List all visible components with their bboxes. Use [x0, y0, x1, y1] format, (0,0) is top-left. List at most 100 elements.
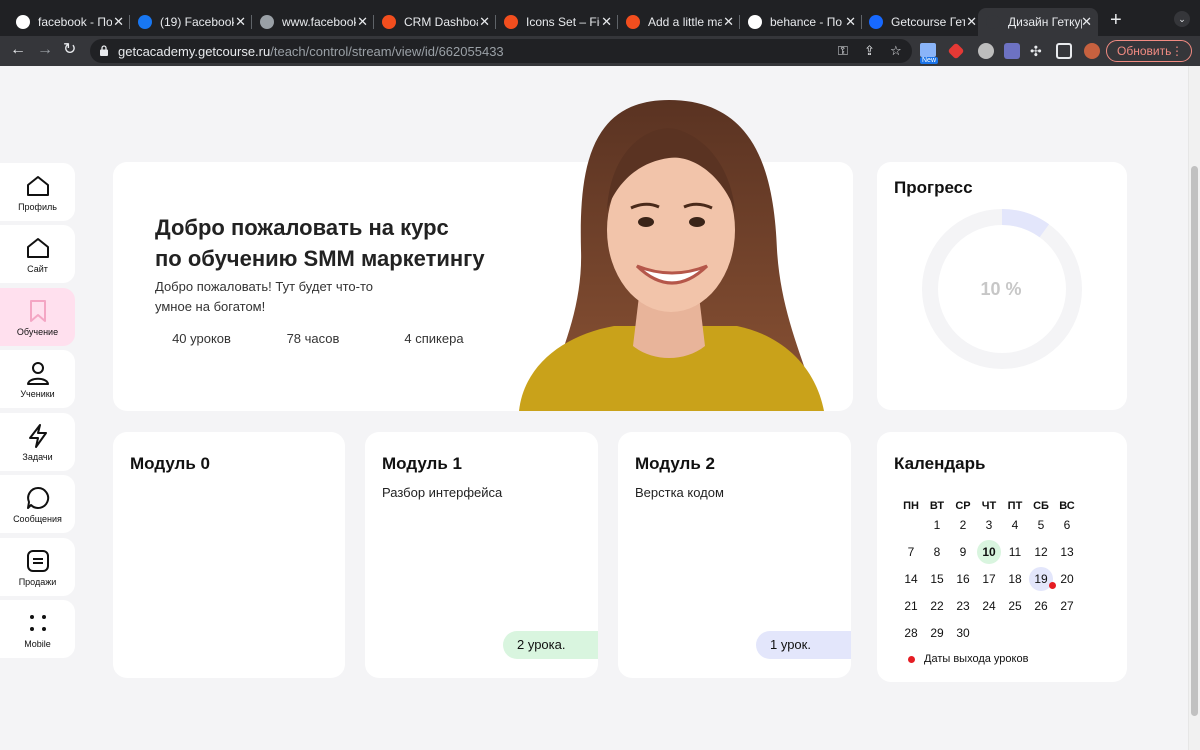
- browser-tab[interactable]: behance - По ✕: [740, 8, 862, 36]
- sidebar-item-5[interactable]: Задачи: [0, 413, 75, 471]
- browser-tab[interactable]: www.facebook ✕: [252, 8, 374, 36]
- calendar-day[interactable]: 17: [977, 567, 1001, 591]
- browser-tab[interactable]: Getcourse Гет ✕: [861, 8, 983, 36]
- share-icon[interactable]: ⇪: [864, 43, 875, 59]
- calendar-day[interactable]: 11: [1003, 540, 1027, 564]
- close-tab-icon[interactable]: ✕: [845, 14, 856, 30]
- figma-icon: [504, 15, 518, 29]
- calendar-weekday: ПТ: [1007, 500, 1023, 512]
- sidebar-item-4[interactable]: Ученики: [0, 350, 75, 408]
- browser-tab[interactable]: Add a little ma ✕: [618, 8, 740, 36]
- close-tab-icon[interactable]: ✕: [601, 14, 612, 30]
- calendar-day[interactable]: 16: [951, 567, 975, 591]
- calendar-weekday: ЧТ: [981, 500, 997, 512]
- figma-icon: [382, 15, 396, 29]
- close-tab-icon[interactable]: ✕: [1081, 14, 1092, 30]
- behance-icon: [869, 15, 883, 29]
- module-card[interactable]: Модуль 0: [113, 432, 345, 678]
- calendar-day[interactable]: 7: [899, 540, 923, 564]
- calendar-day[interactable]: 10: [977, 540, 1001, 564]
- calendar-weekday: ВТ: [929, 500, 945, 512]
- module-title: Модуль 2: [635, 454, 715, 473]
- close-tab-icon[interactable]: ✕: [235, 14, 246, 30]
- calendar-day[interactable]: 6: [1055, 513, 1079, 537]
- bookmark-star-icon[interactable]: ☆: [890, 43, 902, 59]
- sidebar-item-2[interactable]: Сайт: [0, 225, 75, 283]
- calendar-day[interactable]: 26: [1029, 594, 1053, 618]
- calendar-day[interactable]: 13: [1055, 540, 1079, 564]
- tab-title: Icons Set – Fig: [526, 15, 600, 29]
- calendar-day[interactable]: 18: [1003, 567, 1027, 591]
- close-tab-icon[interactable]: ✕: [966, 14, 977, 30]
- calendar-day[interactable]: 2: [951, 513, 975, 537]
- browser-toolbar: ← → ↻ getcacademy.getcourse.ru/teach/con…: [0, 36, 1200, 66]
- key-icon[interactable]: ⚿: [838, 43, 848, 59]
- calendar-day[interactable]: 22: [925, 594, 949, 618]
- new-extension-icon[interactable]: New: [920, 43, 940, 64]
- sidebar-item-7[interactable]: Продажи: [0, 538, 75, 596]
- browser-tab[interactable]: facebook - По ✕: [8, 8, 130, 36]
- calendar-weekday: СБ: [1033, 500, 1049, 512]
- pen-extension-icon[interactable]: [947, 42, 965, 60]
- welcome-title-line: Добро пожаловать на курс: [155, 215, 449, 240]
- scrollbar-thumb[interactable]: [1191, 166, 1198, 716]
- address-bar[interactable]: getcacademy.getcourse.ru/teach/control/s…: [90, 39, 912, 63]
- module-card[interactable]: Модуль 2 Верстка кодом 1 урок.: [618, 432, 851, 678]
- new-tab-button[interactable]: +: [1110, 10, 1122, 30]
- getcourse-icon: [986, 15, 1000, 29]
- reload-icon[interactable]: ↻: [63, 40, 76, 60]
- sidebar-item-label: Mobile: [24, 638, 51, 649]
- calendar-day[interactable]: 27: [1055, 594, 1079, 618]
- profile-avatar[interactable]: [1084, 43, 1100, 59]
- calendar-day[interactable]: 5: [1029, 513, 1053, 537]
- tab-search-button[interactable]: ⌄: [1174, 11, 1190, 27]
- browser-tab[interactable]: Дизайн Геткур ✕: [978, 8, 1098, 36]
- welcome-subtitle: Добро пожаловать! Тут будет что-то умное…: [155, 277, 435, 317]
- close-tab-icon[interactable]: ✕: [113, 14, 124, 30]
- close-tab-icon[interactable]: ✕: [357, 14, 368, 30]
- module-description: Верстка кодом: [635, 485, 724, 500]
- calendar-day[interactable]: 8: [925, 540, 949, 564]
- calendar-day[interactable]: 24: [977, 594, 1001, 618]
- sidebar-item-label: Профиль: [18, 201, 57, 212]
- pill-lessons: 40 уроков: [172, 331, 231, 346]
- tab-title: Getcourse Гет: [891, 15, 965, 29]
- scrollbar[interactable]: [1188, 66, 1200, 750]
- calendar-day[interactable]: 20: [1055, 567, 1079, 591]
- calendar-day[interactable]: 4: [1003, 513, 1027, 537]
- puzzle-icon[interactable]: ✣: [1030, 43, 1046, 59]
- calendar-day[interactable]: 14: [899, 567, 923, 591]
- sidebar-item-6[interactable]: Сообщения: [0, 475, 75, 533]
- calendar-day[interactable]: 28: [899, 621, 923, 645]
- sidebar-item-1[interactable]: Профиль: [0, 163, 75, 221]
- module-card[interactable]: Модуль 1 Разбор интерфейса 2 урока.: [365, 432, 598, 678]
- calendar-day[interactable]: 30: [951, 621, 975, 645]
- calendar-day[interactable]: 25: [1003, 594, 1027, 618]
- home-icon: [26, 175, 49, 196]
- extension-icon[interactable]: [978, 43, 994, 59]
- calendar-day[interactable]: 29: [925, 621, 949, 645]
- close-tab-icon[interactable]: ✕: [479, 14, 490, 30]
- calendar-day[interactable]: 3: [977, 513, 1001, 537]
- module-title: Модуль 1: [382, 454, 462, 473]
- browser-tab[interactable]: Icons Set – Fig ✕: [496, 8, 618, 36]
- update-button[interactable]: Обновить ⋮: [1106, 40, 1192, 62]
- calendar-day[interactable]: 9: [951, 540, 975, 564]
- forward-icon[interactable]: →: [37, 40, 53, 60]
- calendar-day[interactable]: 12: [1029, 540, 1053, 564]
- close-tab-icon[interactable]: ✕: [723, 14, 734, 30]
- extension-icon[interactable]: [1004, 43, 1020, 59]
- sidepanel-icon[interactable]: [1056, 43, 1072, 59]
- facebook-icon: [138, 15, 152, 29]
- sidebar-item-3[interactable]: Обучение: [0, 288, 75, 346]
- browser-tab[interactable]: (19) Facebook ✕: [130, 8, 252, 36]
- url-text: getcacademy.getcourse.ru/teach/control/s…: [118, 44, 504, 59]
- calendar-day[interactable]: 23: [951, 594, 975, 618]
- sidebar-item-8[interactable]: Mobile: [0, 600, 75, 658]
- calendar-day[interactable]: 15: [925, 567, 949, 591]
- calendar-day[interactable]: 21: [899, 594, 923, 618]
- calendar-day[interactable]: 1: [925, 513, 949, 537]
- pill-speakers: 4 спикера: [404, 331, 464, 346]
- browser-tab[interactable]: CRM Dashboa ✕: [374, 8, 496, 36]
- back-icon[interactable]: ←: [10, 40, 26, 60]
